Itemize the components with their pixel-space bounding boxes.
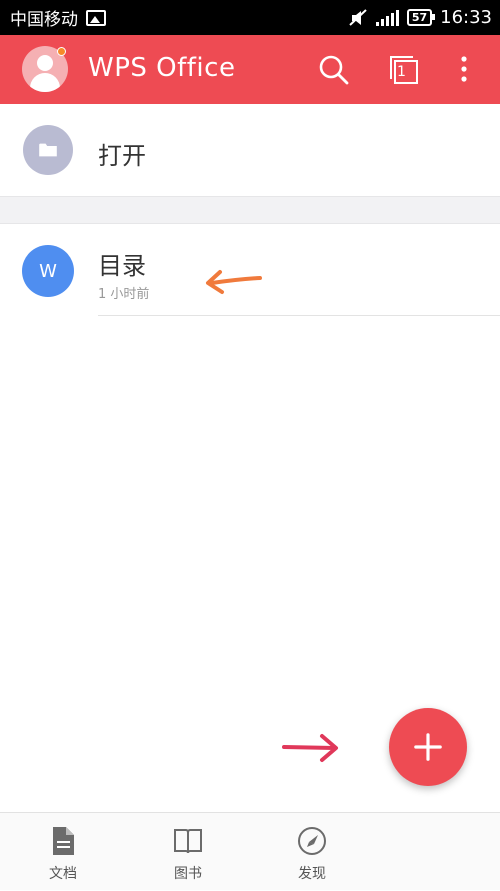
doc-type-letter: W — [39, 260, 57, 282]
nav-item-documents[interactable]: 文档 — [23, 813, 103, 891]
signal-strength-icon — [375, 9, 399, 26]
search-icon[interactable] — [318, 54, 350, 86]
notification-dot — [57, 47, 66, 56]
document-icon — [53, 827, 74, 855]
status-time: 16:33 — [440, 7, 492, 28]
folder-icon — [23, 125, 73, 175]
app-bar: WPS Office 1 — [0, 35, 500, 104]
carrier-name: 中国移动 — [10, 10, 78, 30]
battery-indicator: 57 — [406, 9, 436, 26]
open-label: 打开 — [98, 142, 146, 170]
book-icon — [174, 829, 202, 854]
status-bar: 中国移动 57 16:33 — [0, 0, 500, 35]
row-separator — [98, 315, 500, 316]
file-name: 目录 — [98, 252, 146, 280]
nav-item-books[interactable]: 图书 — [148, 813, 228, 891]
annotation-arrow-left-icon — [206, 270, 262, 294]
bottom-navigation: 文档 图书 发现 — [0, 812, 500, 890]
file-modified-time: 1 小时前 — [98, 287, 150, 302]
more-options-icon[interactable] — [454, 54, 474, 86]
tabs-button[interactable]: 1 — [388, 54, 420, 86]
writer-doc-icon: W — [22, 245, 74, 297]
section-divider — [0, 196, 500, 224]
tab-count: 1 — [397, 64, 406, 80]
plus-icon — [414, 733, 442, 761]
image-notification-icon — [86, 9, 106, 26]
nav-label-discover: 发现 — [298, 866, 326, 882]
nav-label-books: 图书 — [174, 866, 202, 882]
compass-icon — [298, 827, 326, 855]
annotation-arrow-right-icon — [282, 734, 338, 762]
app-title: WPS Office — [88, 53, 236, 83]
nav-label-documents: 文档 — [49, 866, 77, 882]
nav-item-discover[interactable]: 发现 — [272, 813, 352, 891]
mute-icon — [349, 8, 367, 26]
new-document-button[interactable] — [389, 708, 467, 786]
open-file-row[interactable]: 打开 — [0, 104, 500, 196]
